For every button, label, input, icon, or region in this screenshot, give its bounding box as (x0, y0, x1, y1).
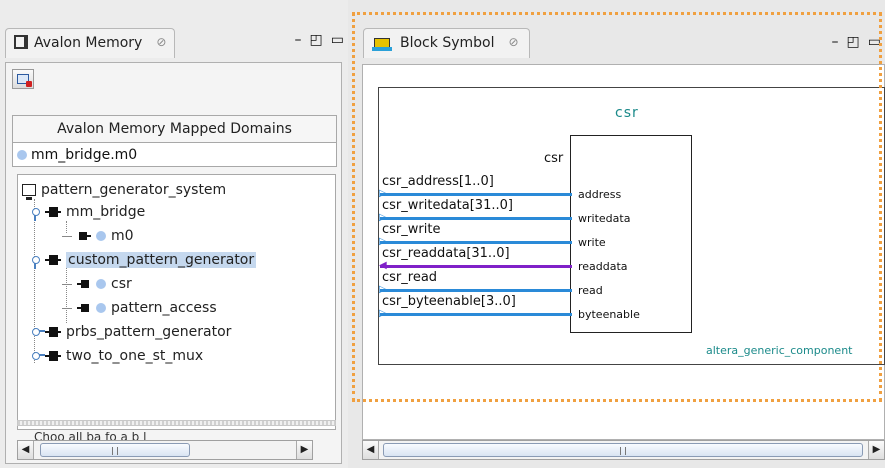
tree-branch (62, 283, 72, 285)
signal-wire (380, 217, 572, 220)
tree-item-prbs-pattern-generator[interactable]: prbs_pattern_generator (30, 321, 231, 343)
grip-icon (620, 447, 626, 455)
close-icon[interactable]: ⊘ (508, 35, 518, 49)
component-type-label: altera_generic_component (706, 344, 853, 357)
domain-map-icon (17, 74, 32, 87)
component-tree: pattern_generator_system mm_bridge m0 cu… (17, 174, 336, 430)
tree-item-label: pattern_access (111, 300, 217, 316)
scroll-right-arrow-icon[interactable]: ▶ (868, 441, 884, 459)
component-icon (45, 351, 61, 361)
signal-name: csr_byteenable[3..0] (382, 294, 516, 309)
tree-item-label: prbs_pattern_generator (66, 324, 232, 340)
scroll-right-arrow-icon[interactable]: ▶ (296, 441, 312, 459)
signal-name: csr_write (382, 222, 441, 237)
component-icon (45, 207, 61, 217)
restore-icon[interactable]: ▭ (331, 32, 344, 48)
tree-item-mm-bridge[interactable]: mm_bridge (30, 201, 145, 223)
collapse-icon[interactable] (30, 325, 45, 339)
tree-item-system[interactable]: pattern_generator_system (22, 179, 226, 201)
scroll-left-arrow-icon[interactable]: ◀ (18, 441, 34, 459)
component-icon (45, 327, 61, 337)
avalon-memory-panel: Avalon Memory ⊘ – ◰ ▭ Avalon Memory Mapp… (0, 0, 348, 468)
interface-dot-icon (96, 303, 106, 313)
signal-wire (380, 313, 572, 316)
tree-branch (62, 235, 72, 237)
port-label: readdata (578, 260, 628, 273)
port-label: read (578, 284, 603, 297)
signal-wire (380, 193, 572, 196)
port-label: write (578, 236, 606, 249)
close-icon[interactable]: ⊘ (156, 35, 166, 49)
signal-name: csr_read (382, 270, 438, 285)
interface-dot-icon (96, 231, 106, 241)
tab-block-symbol-label: Block Symbol (400, 35, 495, 51)
slave-port-icon (77, 279, 91, 289)
right-horizontal-scrollbar[interactable]: ◀ ▶ (362, 440, 885, 460)
tab-avalon-memory[interactable]: Avalon Memory ⊘ (5, 28, 176, 58)
show-domains-button[interactable] (12, 69, 34, 89)
status-strip (17, 420, 336, 426)
domain-list-item[interactable]: mm_bridge.m0 (12, 143, 337, 167)
output-arrow-icon: ▷ (379, 308, 387, 319)
block-interface-label: csr (544, 151, 564, 166)
scroll-thumb[interactable] (40, 443, 190, 457)
master-port-icon (77, 231, 91, 241)
component-icon (45, 255, 61, 265)
system-icon (22, 184, 36, 200)
tab-block-symbol[interactable]: Block Symbol ⊘ (363, 28, 530, 58)
tree-item-label: two_to_one_st_mux (66, 348, 204, 364)
left-window-controls: – ◰ ▭ (295, 32, 344, 48)
right-window-controls: – ◰ ▭ (832, 34, 881, 50)
tree-item-csr[interactable]: csr (62, 273, 132, 295)
tab-avalon-memory-label: Avalon Memory (34, 35, 143, 51)
collapse-icon[interactable] (30, 349, 45, 363)
signal-wire (380, 265, 572, 268)
expand-icon[interactable] (30, 253, 40, 269)
minimize-icon[interactable]: – (295, 32, 302, 48)
signal-name: csr_address[1..0] (382, 174, 494, 189)
tree-item-label: custom_pattern_generator (66, 252, 257, 268)
scroll-left-arrow-icon[interactable]: ◀ (363, 441, 379, 459)
signal-name: csr_readdata[31..0] (382, 246, 510, 261)
signal-wire (380, 241, 572, 244)
tree-item-label: mm_bridge (66, 204, 146, 220)
port-label: byteenable (578, 308, 640, 321)
signal-name: csr_writedata[31..0] (382, 198, 513, 213)
slave-port-icon (77, 303, 91, 313)
grip-icon (112, 447, 118, 455)
left-tab-bar: Avalon Memory ⊘ – ◰ ▭ (0, 22, 348, 58)
diagram-title: csr (615, 105, 639, 121)
signal-wire (380, 289, 572, 292)
tree-item-label: pattern_generator_system (41, 182, 227, 198)
tree-item-two-to-one-st-mux[interactable]: two_to_one_st_mux (30, 345, 203, 367)
component-block (570, 135, 692, 333)
maximize-icon[interactable]: ◰ (310, 32, 323, 48)
expand-icon[interactable] (30, 205, 40, 221)
minimize-icon[interactable]: – (832, 34, 839, 50)
tree-item-custom-pattern-generator[interactable]: custom_pattern_generator (30, 249, 257, 271)
interface-dot-icon (17, 149, 27, 160)
tree-item-m0[interactable]: m0 (62, 225, 134, 247)
maximize-icon[interactable]: ◰ (847, 34, 860, 50)
memory-view-icon (14, 35, 28, 49)
left-horizontal-scrollbar[interactable]: ◀ ▶ (17, 440, 313, 460)
domains-header: Avalon Memory Mapped Domains (12, 115, 337, 143)
domain-item-label: mm_bridge.m0 (31, 146, 138, 163)
port-label: address (578, 188, 622, 201)
tree-branch (62, 307, 72, 309)
restore-icon[interactable]: ▭ (868, 34, 881, 50)
scroll-thumb[interactable] (383, 443, 863, 457)
block-symbol-icon (372, 36, 392, 52)
port-label: writedata (578, 212, 631, 225)
tree-item-label: m0 (111, 228, 134, 244)
interface-dot-icon (96, 279, 106, 289)
tree-item-pattern-access[interactable]: pattern_access (62, 297, 217, 319)
tree-item-label: csr (111, 276, 132, 292)
